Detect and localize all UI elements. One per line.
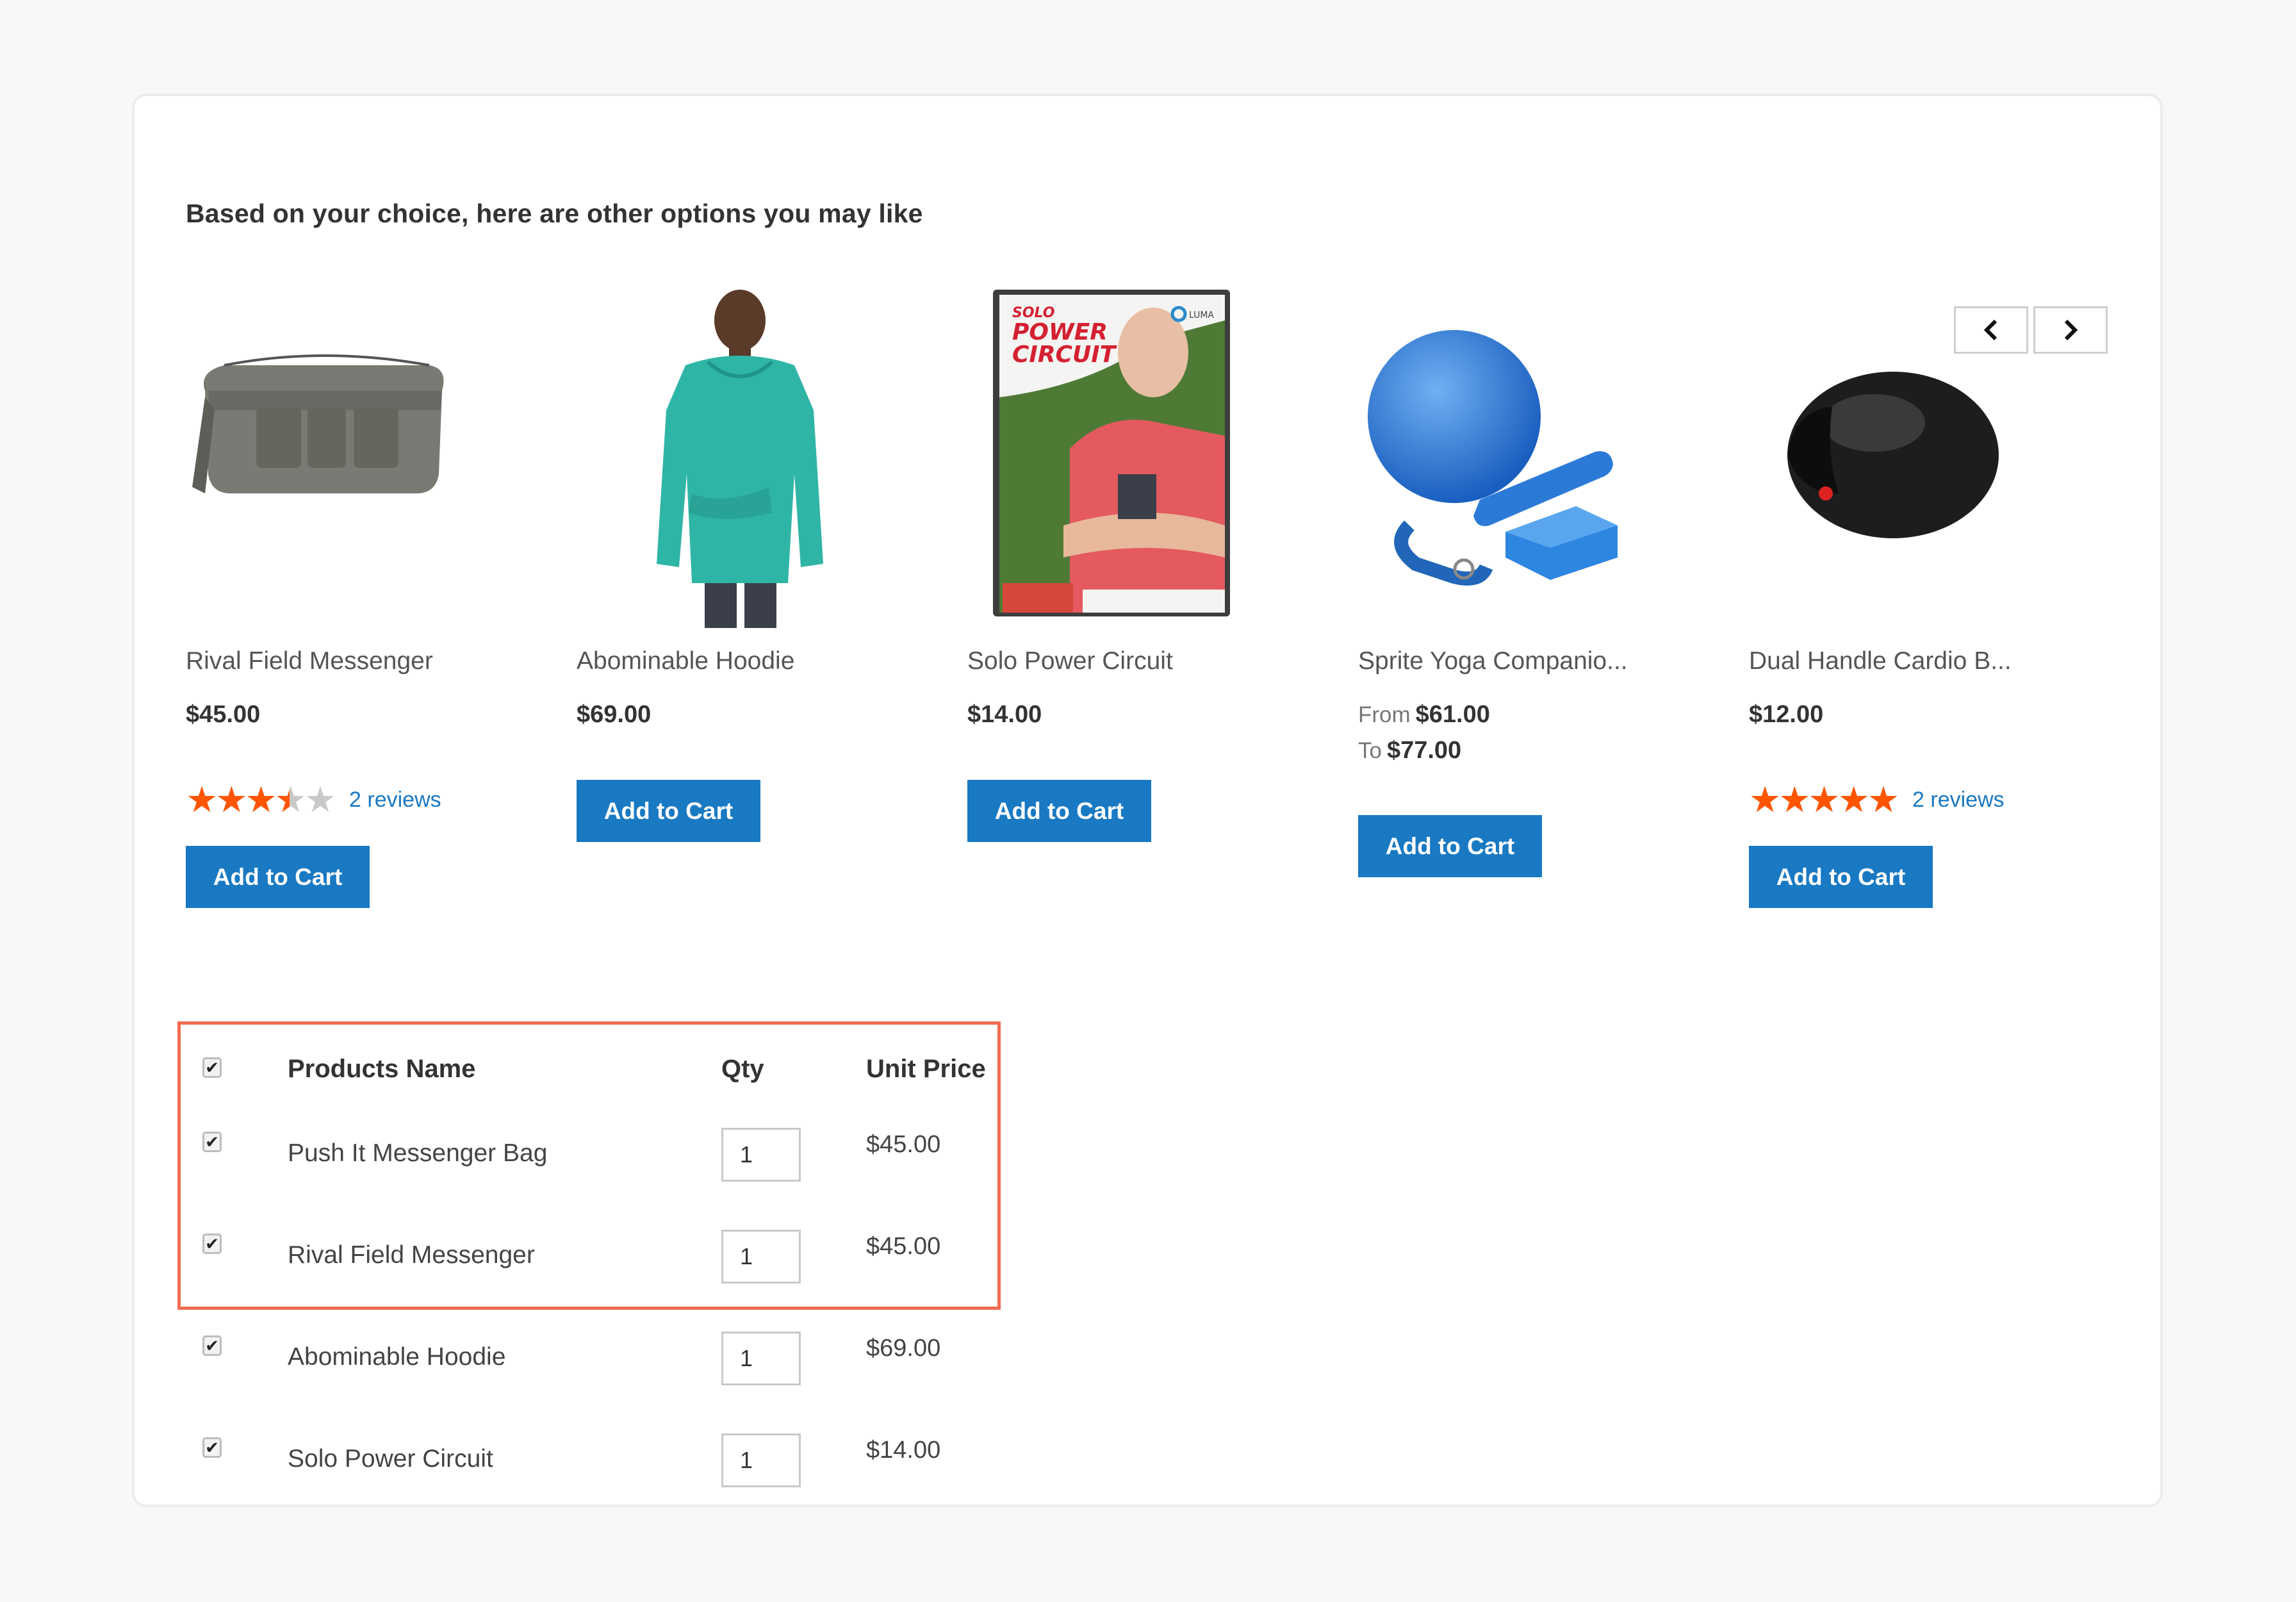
qty-input[interactable] [721, 1332, 801, 1385]
product-name[interactable]: Abominable Hoodie [577, 647, 794, 675]
reviews-link[interactable]: 2 reviews [349, 788, 441, 813]
rating-summary: ★★★★★ ★★★★★ 2 reviews [186, 782, 441, 818]
chevron-right-icon [2064, 319, 2078, 341]
product-price-from: From $61.00 [1358, 701, 1490, 729]
row-product-name: Abominable Hoodie [288, 1343, 506, 1371]
checkmark-icon: ✔ [205, 1132, 219, 1152]
qty-input[interactable] [721, 1433, 801, 1487]
carousel-next-button[interactable] [2033, 306, 2108, 354]
product-price: $45.00 [186, 701, 261, 728]
row-product-name: Rival Field Messenger [288, 1241, 535, 1269]
add-to-cart-button[interactable]: Add to Cart [1749, 846, 1933, 908]
add-to-cart-button[interactable]: Add to Cart [1358, 815, 1542, 877]
rating-stars: ★★★★★ ★★★★★ [1749, 782, 1899, 818]
checkmark-icon: ✔ [205, 1234, 219, 1253]
svg-text:CIRCUIT: CIRCUIT [1012, 342, 1117, 368]
product-price: $69.00 [577, 701, 652, 728]
row-checkbox[interactable]: ✔ [202, 1437, 222, 1458]
product-name[interactable]: Solo Power Circuit [967, 647, 1173, 675]
yoga-kit-image[interactable] [1358, 282, 1634, 628]
reviews-link[interactable]: 2 reviews [1912, 788, 2005, 813]
add-to-cart-button[interactable]: Add to Cart [967, 780, 1151, 842]
rating-summary: ★★★★★ ★★★★★ 2 reviews [1749, 782, 2005, 818]
rating-stars: ★★★★★ ★★★★★ [186, 782, 336, 818]
add-to-cart-button[interactable]: Add to Cart [186, 846, 370, 908]
dvd-image[interactable]: SOLO POWER CIRCUIT LUMA [967, 282, 1243, 628]
checkmark-icon: ✔ [205, 1437, 219, 1457]
price-from-label: From [1358, 702, 1411, 727]
qty-input[interactable] [721, 1128, 801, 1182]
hoodie-image[interactable] [577, 282, 852, 628]
column-header-name: Products Name [288, 1055, 476, 1083]
product-name[interactable]: Dual Handle Cardio B... [1749, 647, 2012, 675]
product-name[interactable]: Rival Field Messenger [186, 647, 433, 675]
row-product-name: Solo Power Circuit [288, 1445, 493, 1473]
row-checkbox[interactable]: ✔ [202, 1132, 222, 1152]
messenger-bag-image[interactable] [186, 282, 461, 628]
row-unit-price: $45.00 [866, 1131, 941, 1158]
add-to-cart-button[interactable]: Add to Cart [577, 780, 760, 842]
star-icon-filled: ★★★★★ [186, 782, 290, 818]
price-from-value: $61.00 [1415, 701, 1490, 728]
product-price: $14.00 [967, 701, 1042, 728]
product-name[interactable]: Sprite Yoga Companio... [1358, 647, 1628, 675]
select-all-checkbox[interactable]: ✔ [202, 1057, 222, 1078]
row-checkbox[interactable]: ✔ [202, 1234, 222, 1254]
row-checkbox[interactable]: ✔ [202, 1335, 222, 1356]
column-header-price: Unit Price [866, 1055, 986, 1083]
row-unit-price: $14.00 [866, 1437, 941, 1464]
cardio-ball-image[interactable] [1749, 282, 2024, 628]
row-product-name: Push It Messenger Bag [288, 1139, 548, 1167]
checkmark-icon: ✔ [205, 1335, 219, 1355]
column-header-qty: Qty [721, 1055, 764, 1083]
price-to-value: $77.00 [1386, 737, 1462, 764]
row-unit-price: $45.00 [866, 1233, 941, 1260]
star-icon-filled: ★★★★★ [1749, 782, 1898, 818]
row-unit-price: $69.00 [866, 1335, 941, 1362]
checkmark-icon: ✔ [205, 1057, 219, 1077]
section-heading: Based on your choice, here are other opt… [186, 199, 923, 228]
product-price-to: To $77.00 [1358, 737, 1461, 764]
qty-input[interactable] [721, 1230, 801, 1284]
price-to-label: To [1358, 738, 1382, 763]
product-price: $12.00 [1749, 701, 1824, 728]
svg-text:LUMA: LUMA [1189, 310, 1214, 320]
